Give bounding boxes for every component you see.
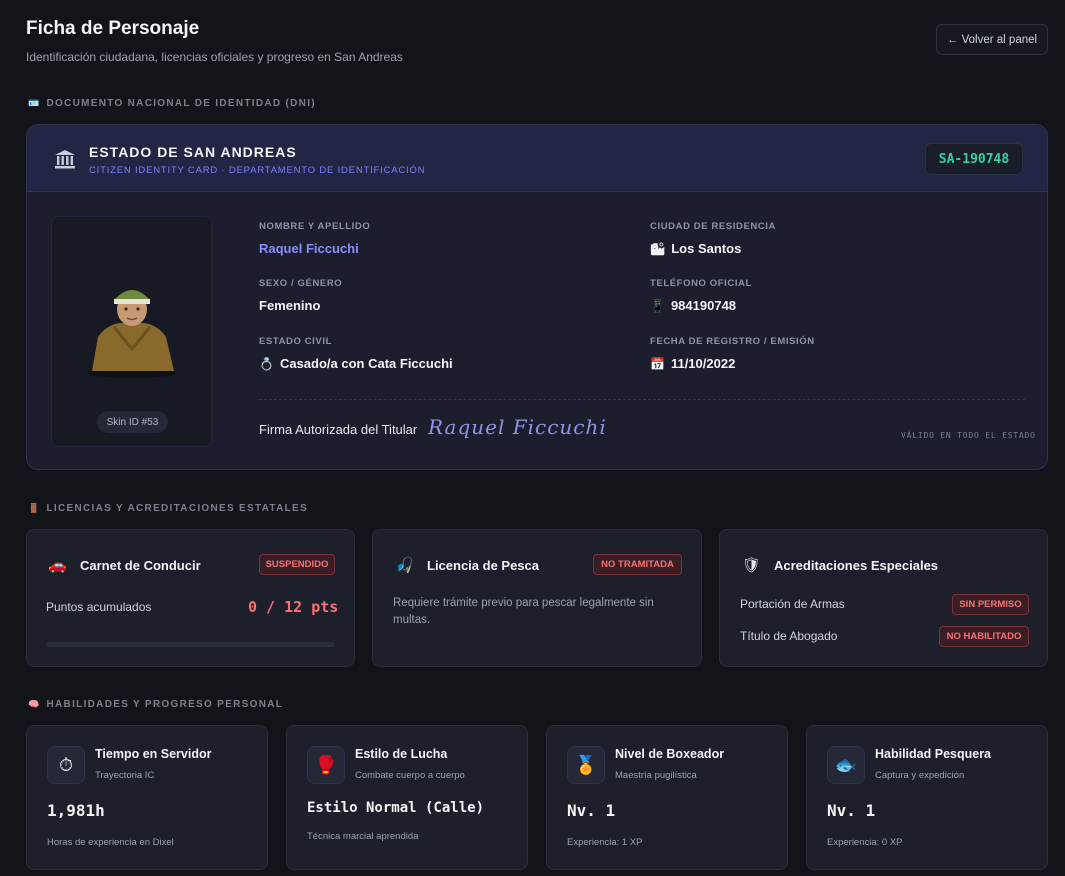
skin-id-badge: Skin ID #53 — [97, 411, 168, 433]
fishing-license-title: Licencia de Pesca — [427, 558, 540, 573]
driving-status-badge: SUSPENDIDO — [259, 554, 335, 575]
field-gender-value: Femenino — [259, 298, 321, 313]
validity-note: VÁLIDO EN TODO EL ESTADO — [901, 431, 1036, 440]
id-card-icon: 🪪 — [28, 98, 41, 108]
field-civil: ESTADO CIVIL 💍 Casado/a con Cata Ficcuchi — [259, 336, 453, 371]
section-licenses-title: LICENCIAS Y ACREDITACIONES ESTATALES — [46, 503, 308, 514]
points-label: Puntos acumulados — [46, 600, 152, 614]
section-skills-title: HABILIDADES Y PROGRESO PERSONAL — [46, 699, 284, 710]
field-phone-label: TELÉFONO OFICIAL — [650, 278, 752, 289]
medal-icon: 🏅 — [567, 746, 605, 784]
points-progress-bar — [46, 642, 335, 647]
field-gender: SEXO / GÉNERO Femenino — [259, 278, 342, 313]
field-civil-value: Casado/a con Cata Ficcuchi — [279, 356, 453, 371]
character-photo: Skin ID #53 — [51, 216, 212, 447]
skill-subtitle: Combate cuerpo a cuerpo — [355, 770, 465, 781]
brain-icon: 🧠 — [28, 699, 41, 709]
skill-subtitle: Trayectoria IC — [95, 770, 155, 781]
skill-card-boxing-level: 🏅 Nivel de Boxeador Maestría pugilística… — [546, 725, 788, 870]
weapons-permit-badge: SIN PERMISO — [952, 594, 1029, 615]
lawyer-title-badge: NO HABILITADO — [939, 626, 1029, 647]
field-city: CIUDAD DE RESIDENCIA 🏙 Los Santos — [650, 221, 776, 256]
skill-value: 1,981h — [47, 801, 105, 820]
page-title: Ficha de Personaje — [26, 18, 200, 39]
section-skills-label: 🧠 HABILIDADES Y PROGRESO PERSONAL — [28, 699, 283, 710]
skill-subtitle: Captura y expedición — [875, 770, 965, 781]
skill-footer: Horas de experiencia en Dixel — [47, 837, 174, 848]
fish-icon: 🐟 — [827, 746, 865, 784]
skill-value: Nv. 1 — [827, 801, 876, 820]
field-city-value: Los Santos — [671, 241, 742, 256]
signature-divider — [259, 399, 1025, 400]
fishing-rod-icon: 🎣 — [395, 557, 414, 574]
state-name: ESTADO DE SAN ANDREAS — [89, 144, 297, 160]
weapons-permit-label: Portación de Armas — [740, 597, 845, 611]
field-name-label: NOMBRE Y APELLIDO — [259, 221, 371, 232]
skill-footer: Técnica marcial aprendida — [307, 831, 419, 842]
skill-title: Nivel de Boxeador — [615, 747, 725, 761]
calendar-icon: 📅 — [650, 356, 665, 371]
phone-icon: 📱 — [650, 298, 665, 313]
government-building-icon — [55, 150, 75, 169]
section-dni-label: 🪪 DOCUMENTO NACIONAL DE IDENTIDAD (DNI) — [28, 98, 316, 109]
dni-id-badge: SA-190748 — [925, 143, 1023, 175]
skill-subtitle: Maestría pugilística — [615, 770, 697, 781]
driving-license-card: 🚗 Carnet de Conducir SUSPENDIDO Puntos a… — [26, 529, 355, 667]
ring-icon: 💍 — [259, 356, 274, 371]
dni-card: ESTADO DE SAN ANDREAS CITIZEN IDENTITY C… — [26, 124, 1048, 470]
fishing-status-badge: NO TRAMITADA — [593, 554, 682, 575]
field-date-label: FECHA DE REGISTRO / EMISIÓN — [650, 336, 815, 347]
field-city-label: CIUDAD DE RESIDENCIA — [650, 221, 777, 232]
skill-card-fishing-skill: 🐟 Habilidad Pesquera Captura y expedició… — [806, 725, 1048, 870]
shield-icon: 🛡 — [742, 557, 762, 574]
skill-title: Estilo de Lucha — [355, 747, 448, 761]
fishing-license-card: 🎣 Licencia de Pesca NO TRAMITADA Requier… — [372, 529, 702, 667]
special-accreditations-card: 🛡 Acreditaciones Especiales Portación de… — [719, 529, 1048, 667]
lawyer-title-label: Título de Abogado — [740, 629, 838, 643]
signature: Raquel Ficcuchi — [428, 415, 607, 439]
stopwatch-icon: ⏱ — [47, 746, 85, 784]
skill-footer: Experiencia: 1 XP — [567, 837, 643, 848]
car-icon: 🚗 — [48, 557, 67, 574]
driving-license-title: Carnet de Conducir — [80, 558, 201, 573]
field-gender-label: SEXO / GÉNERO — [259, 278, 343, 289]
field-name: NOMBRE Y APELLIDO Raquel Ficcuchi — [259, 221, 370, 256]
back-to-panel-button[interactable]: ← Volver al panel — [936, 24, 1048, 55]
character-avatar — [88, 290, 176, 378]
special-accreditations-title: Acreditaciones Especiales — [774, 558, 939, 573]
skill-value: Nv. 1 — [567, 801, 616, 820]
skill-footer: Experiencia: 0 XP — [827, 837, 903, 848]
page-subtitle: Identificación ciudadana, licencias ofic… — [26, 50, 403, 64]
skill-title: Tiempo en Servidor — [95, 747, 212, 761]
page-header: Ficha de Personaje Identificación ciudad… — [26, 18, 403, 64]
fishing-description: Requiere trámite previo para pescar lega… — [393, 597, 654, 626]
door-icon: 🚪 — [28, 503, 41, 513]
skill-value: Estilo Normal (Calle) — [307, 800, 485, 816]
field-civil-label: ESTADO CIVIL — [259, 336, 332, 347]
field-phone-value: 984190748 — [670, 298, 737, 313]
card-subtitle: CITIZEN IDENTITY CARD · DEPARTAMENTO DE … — [89, 165, 426, 176]
section-dni-title: DOCUMENTO NACIONAL DE IDENTIDAD (DNI) — [46, 98, 316, 109]
field-date: FECHA DE REGISTRO / EMISIÓN 📅 11/10/2022 — [650, 336, 815, 371]
boxing-glove-icon: 🥊 — [307, 746, 345, 784]
field-phone: TELÉFONO OFICIAL 📱 984190748 — [650, 278, 752, 313]
points-value: 0 / 12 pts — [248, 598, 339, 616]
skill-title: Habilidad Pesquera — [875, 747, 992, 761]
field-name-value: Raquel Ficcuchi — [259, 241, 359, 256]
section-licenses-label: 🚪 LICENCIAS Y ACREDITACIONES ESTATALES — [28, 503, 308, 514]
signature-label: Firma Autorizada del Titular — [259, 422, 418, 437]
city-icon: 🏙 — [650, 241, 666, 256]
dni-header: ESTADO DE SAN ANDREAS CITIZEN IDENTITY C… — [27, 125, 1047, 192]
skill-card-server-time: ⏱ Tiempo en Servidor Trayectoria IC 1,98… — [26, 725, 268, 870]
skill-card-fight-style: 🥊 Estilo de Lucha Combate cuerpo a cuerp… — [286, 725, 528, 870]
field-date-value: 11/10/2022 — [670, 356, 736, 371]
